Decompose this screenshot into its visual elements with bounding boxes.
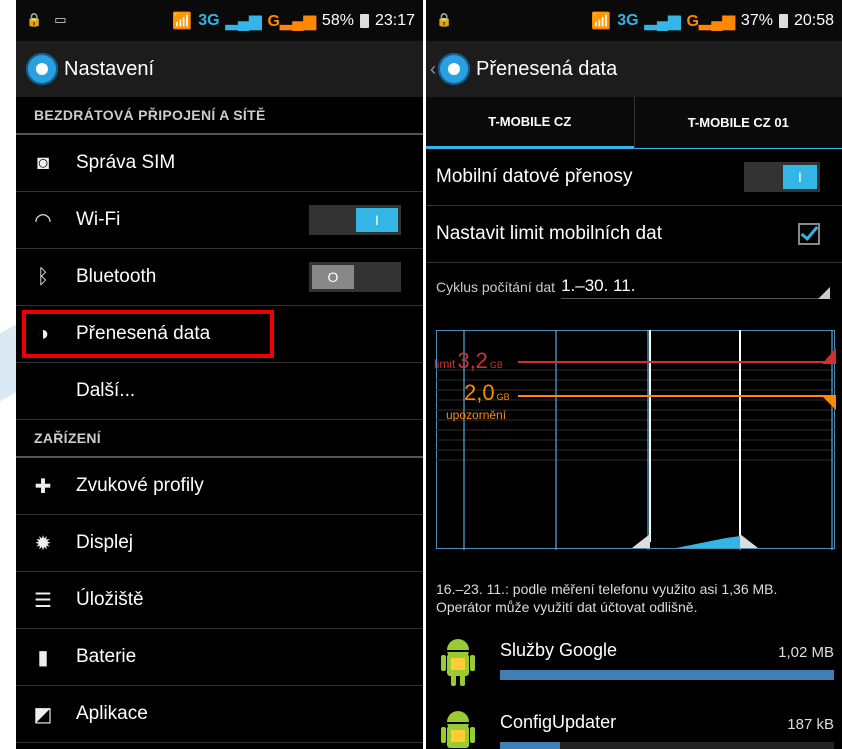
highlight-box bbox=[22, 310, 274, 358]
usage-bar bbox=[500, 670, 834, 680]
warning-unit: GB bbox=[496, 392, 510, 402]
sim-icon: ◙ bbox=[36, 151, 50, 174]
lock-icon: 🔒 bbox=[436, 12, 453, 27]
settings-item-label: Aplikace bbox=[76, 703, 148, 724]
warning-label-group: 2,0 GB bbox=[464, 380, 510, 406]
battery-percent: 58% bbox=[321, 12, 354, 29]
settings-item-sim[interactable]: ◙ Správa SIM bbox=[16, 135, 423, 192]
signal-icon: ▂▄▆ bbox=[225, 13, 262, 30]
limit-unit: GB bbox=[489, 360, 503, 370]
battery-status-icon bbox=[359, 14, 369, 28]
usage-bar bbox=[500, 742, 560, 749]
settings-item-data-usage[interactable]: ◑ Přenesená data bbox=[16, 306, 423, 363]
battery-status-icon bbox=[778, 14, 788, 28]
settings-item-label: Další... bbox=[76, 380, 136, 401]
status-bar: 🔒 📶 3G ▂▄▆ G▂▄▆ 37% 20:58 bbox=[426, 0, 842, 41]
clock: 23:17 bbox=[374, 12, 415, 29]
set-limit-row[interactable]: Nastavit limit mobilních dat bbox=[426, 206, 842, 263]
settings-gear-icon[interactable] bbox=[438, 53, 470, 85]
battery-icon: ▮ bbox=[37, 646, 49, 669]
cycle-value[interactable]: 1.–30. 11. bbox=[561, 276, 830, 299]
mobile-data-toggle[interactable]: I bbox=[744, 162, 820, 192]
limit-label-group: limit 3,2 GB bbox=[434, 348, 503, 374]
status-bar: 🔒 ▭ 📶 3G ▂▄▆ G▂▄▆ 58% 23:17 bbox=[16, 0, 423, 41]
settings-screen: 🔒 ▭ 📶 3G ▂▄▆ G▂▄▆ 58% 23:17 Nastavení BEZ… bbox=[16, 0, 423, 749]
clock: 20:58 bbox=[793, 12, 834, 29]
app-size: 187 kB bbox=[787, 716, 834, 733]
data-usage-chart[interactable]: limit 3,2 GB 2,0 GB upozornění bbox=[434, 330, 836, 550]
app-name: Služby Google bbox=[500, 640, 618, 660]
settings-item-label: Správa SIM bbox=[76, 152, 176, 173]
wifi-status-icon: 📶 bbox=[591, 13, 612, 30]
limit-value: 3,2 bbox=[457, 348, 488, 373]
settings-item-label: Displej bbox=[76, 532, 134, 553]
settings-item-battery[interactable]: ▮ Baterie bbox=[16, 629, 423, 686]
usage-note: 16.–23. 11.: podle měření telefonu využi… bbox=[436, 581, 778, 615]
network-type: 3G bbox=[198, 12, 220, 29]
settings-item-bluetooth[interactable]: ᛒ Bluetooth O bbox=[16, 249, 423, 306]
bluetooth-icon: ᛒ bbox=[37, 265, 49, 288]
warning-label: upozornění bbox=[446, 408, 507, 422]
page-title: Nastavení bbox=[64, 57, 155, 80]
lock-icon: 🔒 bbox=[26, 12, 43, 27]
signal-icon: ▂▄▆ bbox=[644, 13, 681, 30]
section-header: ZAŘÍZENÍ bbox=[16, 420, 423, 458]
toggle-knob: I bbox=[356, 208, 398, 232]
app-usage-item[interactable]: ConfigUpdater 187 kB bbox=[426, 708, 842, 749]
android-app-icon bbox=[441, 711, 475, 748]
signal-icon: G▂▄▆ bbox=[686, 13, 735, 30]
settings-item-label: Úložiště bbox=[76, 589, 144, 610]
dropdown-arrow-icon bbox=[818, 287, 830, 299]
battery-percent: 37% bbox=[740, 12, 773, 29]
set-limit-label: Nastavit limit mobilních dat bbox=[436, 223, 662, 244]
settings-item-label: Bluetooth bbox=[76, 266, 157, 287]
tab-t-mobile-cz[interactable]: T-MOBILE CZ bbox=[426, 97, 634, 149]
settings-item-wifi[interactable]: ◠ Wi-Fi I bbox=[16, 192, 423, 249]
toggle-knob: I bbox=[783, 165, 817, 189]
sound-icon: ✚ bbox=[34, 475, 52, 498]
tab-t-mobile-cz-01[interactable]: T-MOBILE CZ 01 bbox=[633, 97, 842, 149]
cycle-label: Cyklus počítání dat bbox=[436, 279, 556, 295]
mobile-data-row[interactable]: Mobilní datové přenosy I bbox=[426, 149, 842, 206]
limit-checkbox[interactable] bbox=[798, 223, 820, 245]
action-bar: ‹ Přenesená data bbox=[426, 41, 842, 97]
page-title: Přenesená data bbox=[476, 57, 618, 80]
apps-icon: ◩ bbox=[33, 703, 53, 726]
image-icon: ▭ bbox=[54, 12, 67, 27]
app-usage-item[interactable]: Služby Google 1,02 MB bbox=[426, 636, 842, 696]
wifi-icon: ◠ bbox=[34, 209, 52, 232]
settings-item-sound[interactable]: ✚ Zvukové profily bbox=[16, 458, 423, 515]
signal-icon: G▂▄▆ bbox=[267, 13, 316, 30]
storage-icon: ☰ bbox=[34, 589, 52, 612]
section-header: BEZDRÁTOVÁ PŘIPOJENÍ A SÍTĚ bbox=[16, 97, 423, 135]
android-app-icon bbox=[441, 639, 475, 686]
settings-item-storage[interactable]: ☰ Úložiště bbox=[16, 572, 423, 629]
toggle-knob: O bbox=[312, 265, 354, 289]
app-name: ConfigUpdater bbox=[500, 712, 617, 732]
settings-item-apps[interactable]: ◩ Aplikace bbox=[16, 686, 423, 743]
settings-item-label: Zvukové profily bbox=[76, 475, 204, 496]
wifi-status-icon: 📶 bbox=[172, 13, 193, 30]
network-type: 3G bbox=[617, 12, 639, 29]
mobile-data-label: Mobilní datové přenosy bbox=[436, 166, 633, 187]
action-bar: Nastavení bbox=[16, 41, 423, 97]
bluetooth-toggle[interactable]: O bbox=[309, 262, 401, 292]
settings-gear-icon[interactable] bbox=[26, 53, 58, 85]
app-size: 1,02 MB bbox=[778, 644, 834, 661]
back-chevron-icon[interactable]: ‹ bbox=[430, 59, 436, 80]
data-usage-screen: 🔒 📶 3G ▂▄▆ G▂▄▆ 37% 20:58 ‹ Přenesená da… bbox=[426, 0, 842, 749]
settings-item-label: Wi-Fi bbox=[76, 209, 121, 230]
limit-prefix: limit bbox=[434, 357, 456, 371]
warning-value: 2,0 bbox=[464, 380, 495, 405]
sim-tabs: T-MOBILE CZ T-MOBILE CZ 01 bbox=[426, 97, 842, 149]
settings-item-more[interactable]: Další... bbox=[16, 363, 423, 420]
wifi-toggle[interactable]: I bbox=[309, 205, 401, 235]
cycle-row[interactable]: Cyklus počítání dat 1.–30. 11. bbox=[426, 263, 842, 311]
settings-item-label: Baterie bbox=[76, 646, 137, 667]
settings-item-display[interactable]: ✹ Displej bbox=[16, 515, 423, 572]
display-icon: ✹ bbox=[34, 532, 52, 555]
